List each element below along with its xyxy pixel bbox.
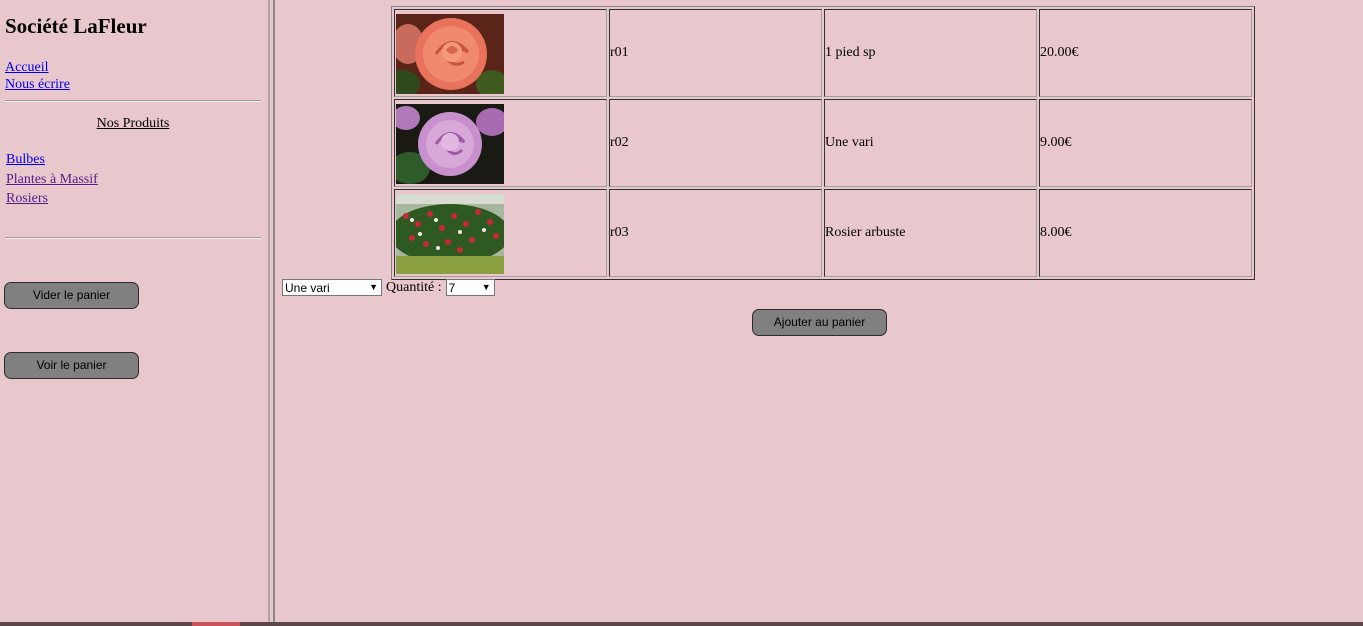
main-frame: r01 1 pied sp 20.00€ r02 Une vari 9.00€ — [275, 0, 1363, 622]
site-title: Société LaFleur — [5, 14, 147, 38]
frame-splitter[interactable] — [268, 0, 275, 622]
purple-rose-photo — [396, 103, 504, 184]
table-row: r01 1 pied sp 20.00€ — [394, 9, 1252, 97]
product-table: r01 1 pied sp 20.00€ r02 Une vari 9.00€ — [391, 6, 1255, 280]
products-heading: Nos Produits — [96, 116, 170, 131]
divider-top — [5, 100, 261, 102]
category-link-plantes-massif[interactable]: Plantes à Massif — [6, 170, 98, 190]
chevron-down-icon: ▼ — [481, 282, 491, 292]
product-description: Rosier arbuste — [824, 189, 1037, 277]
variety-select-value: Une vari — [285, 280, 330, 295]
table-row: r03 Rosier arbuste 8.00€ — [394, 189, 1252, 277]
orange-rose-photo — [396, 13, 504, 94]
product-price: 20.00€ — [1039, 9, 1252, 97]
category-link-rosiers[interactable]: Rosiers — [6, 189, 98, 209]
quantity-select[interactable]: 7 ▼ — [445, 279, 495, 296]
product-image-cell — [394, 189, 607, 277]
product-ref: r02 — [609, 99, 822, 187]
empty-cart-button[interactable]: Vider le panier — [4, 282, 139, 309]
quantity-label: Quantité : — [386, 279, 442, 295]
product-category-list: Bulbes Plantes à Massif Rosiers — [6, 150, 98, 209]
view-cart-button[interactable]: Voir le panier — [4, 352, 139, 379]
product-price: 8.00€ — [1039, 189, 1252, 277]
divider-bottom — [5, 237, 261, 239]
add-to-cart-button[interactable]: Ajouter au panier — [752, 309, 887, 336]
rose-bush-photo — [396, 193, 504, 274]
top-nav: Accueil Nous écrire — [5, 59, 70, 93]
home-link[interactable]: Accueil — [5, 59, 70, 76]
chevron-down-icon: ▼ — [369, 282, 378, 292]
product-price: 9.00€ — [1039, 99, 1252, 187]
product-description: Une vari — [824, 99, 1037, 187]
left-frame: Société LaFleur Accueil Nous écrire Nos … — [0, 0, 268, 622]
contact-link[interactable]: Nous écrire — [5, 76, 70, 93]
table-row: r02 Une vari 9.00€ — [394, 99, 1252, 187]
category-link-bulbes[interactable]: Bulbes — [6, 150, 98, 170]
bottom-bar-accent — [192, 622, 240, 626]
product-ref: r01 — [609, 9, 822, 97]
quantity-select-value: 7 — [448, 280, 456, 295]
product-ref: r03 — [609, 189, 822, 277]
product-image-cell — [394, 99, 607, 187]
product-image-cell — [394, 9, 607, 97]
product-description: 1 pied sp — [824, 9, 1037, 97]
variety-select[interactable]: Une vari ▼ — [282, 279, 382, 296]
order-form: Une vari ▼ Quantité : 7 ▼ — [282, 279, 495, 296]
